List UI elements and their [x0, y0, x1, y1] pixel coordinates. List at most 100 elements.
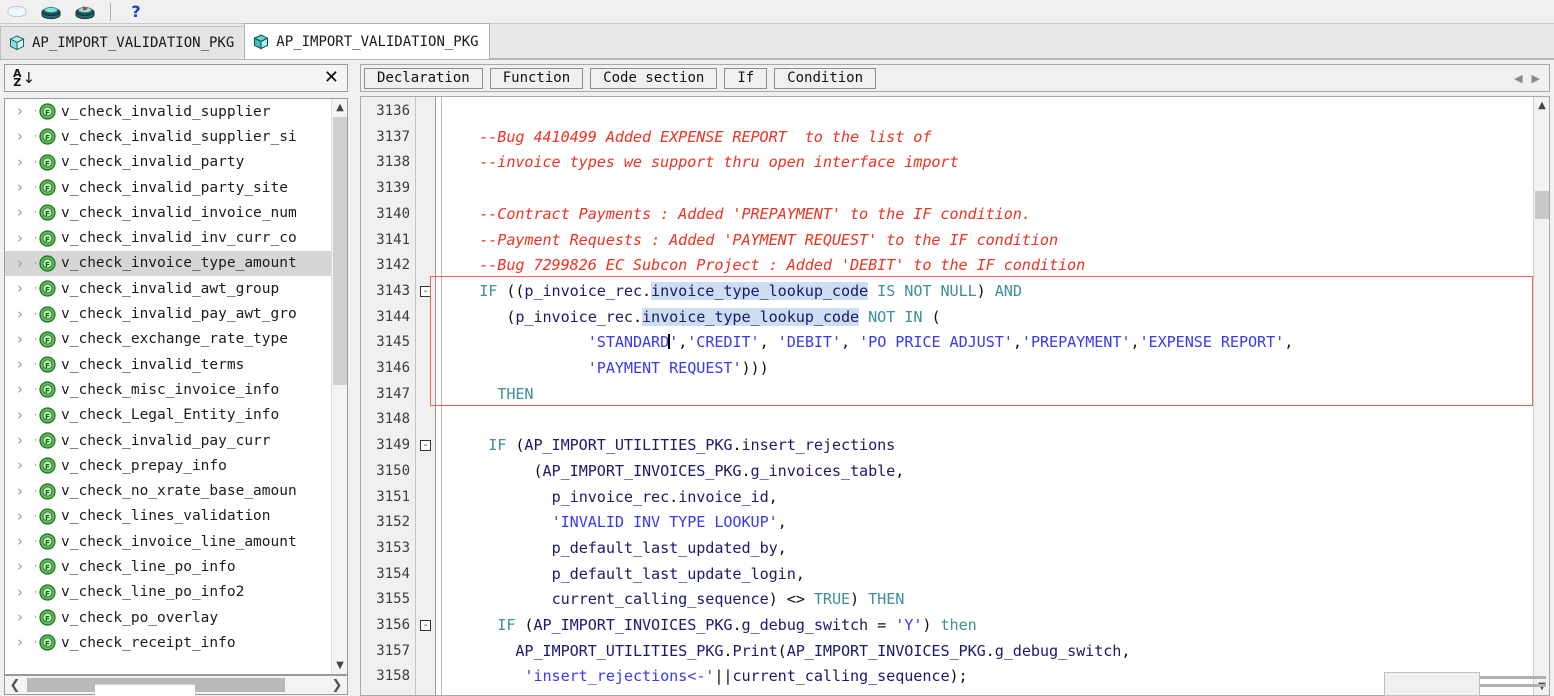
- chevron-right-icon[interactable]: ›: [17, 458, 32, 473]
- fold-toggle-icon[interactable]: -: [420, 620, 431, 631]
- list-item[interactable]: › · Fv_check_invalid_awt_group: [5, 276, 331, 301]
- nav-button-if[interactable]: If: [724, 67, 768, 89]
- list-item[interactable]: › · Fv_check_invalid_party: [5, 150, 331, 175]
- sort-az-icon[interactable]: A Z ↓: [13, 68, 35, 88]
- chevron-right-icon[interactable]: ›: [17, 584, 32, 600]
- nav-scroll-right-icon[interactable]: ▶: [1532, 72, 1540, 85]
- tree-vertical-scrollbar[interactable]: ▲ ▼: [331, 99, 347, 674]
- code-line[interactable]: p_invoice_rec.invoice_id,: [443, 485, 778, 511]
- nav-button-code-section[interactable]: Code section: [590, 67, 718, 89]
- chevron-right-icon[interactable]: ›: [17, 382, 32, 397]
- code-line[interactable]: 'STANDARD','CREDIT', 'DEBIT', 'PO PRICE …: [443, 330, 1294, 356]
- svg-text:F: F: [45, 210, 50, 218]
- chevron-right-icon[interactable]: ›: [17, 306, 32, 322]
- tree-scroll-thumb[interactable]: [333, 117, 347, 385]
- help-icon[interactable]: ?: [123, 2, 149, 22]
- list-item[interactable]: › · Fv_check_receipt_info: [5, 630, 331, 655]
- code-line[interactable]: current_calling_sequence) <> TRUE) THEN: [443, 587, 905, 613]
- code-editor[interactable]: 3136 3137 3138 3139 3140 3141 3142 3143 3144 3145…: [360, 96, 1550, 696]
- list-item[interactable]: › · Fv_check_invalid_supplier: [5, 99, 331, 124]
- code-line[interactable]: THEN: [443, 382, 533, 408]
- list-item[interactable]: › · Fv_check_invoice_line_amount: [5, 529, 331, 554]
- editor-scroll-up-icon[interactable]: ▲: [1534, 97, 1549, 114]
- code-line[interactable]: --Contract Payments : Added 'PREPAYMENT'…: [443, 202, 1031, 228]
- save-icon[interactable]: [4, 2, 30, 22]
- code-line[interactable]: --Payment Requests : Added 'PAYMENT REQU…: [443, 228, 1058, 254]
- fold-toggle-icon[interactable]: -: [420, 285, 431, 297]
- code-line[interactable]: AP_IMPORT_UTILITIES_PKG.Print(AP_IMPORT_…: [443, 639, 1130, 665]
- save-with-changes-icon[interactable]: [72, 2, 98, 22]
- tree-connector-dots: ·: [32, 536, 39, 548]
- list-item[interactable]: › · Fv_check_line_po_info: [5, 554, 331, 579]
- list-item[interactable]: › · Fv_check_invalid_terms: [5, 352, 331, 377]
- chevron-right-icon[interactable]: ›: [17, 508, 32, 524]
- list-item[interactable]: › · Fv_check_exchange_rate_type: [5, 327, 331, 352]
- code-line[interactable]: 'PAYMENT REQUEST'))): [443, 356, 769, 382]
- code-line[interactable]: 'INVALID INV TYPE LOOKUP',: [443, 510, 787, 536]
- chevron-right-icon[interactable]: ›: [17, 230, 32, 246]
- code-line[interactable]: --invoice types we support thru open int…: [443, 150, 958, 176]
- list-item[interactable]: › · Fv_check_misc_invoice_info: [5, 377, 331, 402]
- code-line[interactable]: (AP_IMPORT_INVOICES_PKG.g_invoices_table…: [443, 459, 904, 485]
- list-item[interactable]: › · Fv_check_po_overlay: [5, 605, 331, 630]
- line-number: 3143: [376, 282, 410, 299]
- list-item[interactable]: › · Fv_check_invalid_pay_awt_gro: [5, 301, 331, 326]
- chevron-right-icon[interactable]: ›: [17, 559, 32, 574]
- code-line[interactable]: --Bug 4410499 Added EXPENSE REPORT to th…: [443, 125, 931, 151]
- code-line[interactable]: (p_invoice_rec.invoice_type_lookup_code …: [443, 305, 941, 331]
- nav-button-function[interactable]: Function: [489, 67, 584, 89]
- chevron-right-icon[interactable]: ›: [17, 407, 32, 423]
- chevron-right-icon[interactable]: ›: [17, 534, 32, 549]
- chevron-right-icon[interactable]: ›: [17, 180, 32, 195]
- chevron-right-icon[interactable]: ›: [17, 281, 32, 296]
- save-all-icon[interactable]: [38, 2, 64, 22]
- code-line[interactable]: 'insert_rejections<-'||current_calling_s…: [443, 664, 967, 690]
- nav-button-declaration[interactable]: Declaration: [364, 67, 483, 89]
- chevron-right-icon[interactable]: ›: [17, 433, 32, 448]
- list-item[interactable]: › · Fv_check_line_po_info2: [5, 580, 331, 605]
- tree-connector-dots: ·: [32, 359, 39, 371]
- code-line[interactable]: IF (AP_IMPORT_INVOICES_PKG.g_debug_switc…: [443, 613, 976, 639]
- list-item[interactable]: › · Fv_check_invalid_inv_curr_co: [5, 225, 331, 250]
- list-item[interactable]: › · Fv_check_prepay_info: [5, 453, 331, 478]
- fold-toggle-icon[interactable]: -: [420, 440, 431, 452]
- chevron-right-icon[interactable]: ›: [17, 610, 32, 625]
- chevron-right-icon[interactable]: ›: [17, 635, 32, 650]
- tab-ap-import-validation-pkg-spec[interactable]: AP_IMPORT_VALIDATION_PKG: [0, 26, 246, 59]
- code-line[interactable]: p_default_last_updated_by,: [443, 536, 787, 562]
- tab-ap-import-validation-pkg-body[interactable]: AP_IMPORT_VALIDATION_PKG: [244, 23, 490, 59]
- list-item[interactable]: › · Fv_check_invalid_pay_curr: [5, 428, 331, 453]
- code-text-area[interactable]: --Bug 4410499 Added EXPENSE REPORT to th…: [443, 97, 1533, 695]
- close-icon[interactable]: ✕: [324, 69, 339, 87]
- code-folding-gutter[interactable]: - - -: [416, 97, 436, 695]
- chevron-right-icon[interactable]: ›: [17, 104, 32, 119]
- list-item[interactable]: › · Fv_check_invoice_type_amount: [5, 250, 331, 277]
- nav-button-condition[interactable]: Condition: [774, 67, 877, 89]
- code-line[interactable]: --Bug 7299826 EC Subcon Project : Added …: [443, 253, 1085, 279]
- nav-scroll-left-icon[interactable]: ◀: [1514, 72, 1522, 85]
- list-item[interactable]: › · Fv_check_Legal_Entity_info: [5, 403, 331, 428]
- code-line[interactable]: IF ((p_invoice_rec.invoice_type_lookup_c…: [443, 279, 1022, 305]
- chevron-right-icon[interactable]: ›: [17, 129, 32, 144]
- code-line[interactable]: IF (AP_IMPORT_UTILITIES_PKG.insert_rejec…: [443, 433, 895, 459]
- chevron-right-icon[interactable]: ›: [17, 205, 32, 220]
- structure-tree[interactable]: › · Fv_check_invalid_supplier › · Fv_check_in…: [4, 98, 348, 675]
- chevron-right-icon[interactable]: ›: [17, 154, 32, 170]
- editor-scroll-thumb[interactable]: [1535, 191, 1549, 219]
- scroll-left-icon[interactable]: ❮: [5, 676, 25, 694]
- svg-text:F: F: [45, 160, 50, 168]
- code-line[interactable]: p_default_last_update_login,: [443, 562, 805, 588]
- list-item[interactable]: › · Fv_check_invalid_supplier_si: [5, 124, 331, 149]
- list-item[interactable]: › · Fv_check_invalid_party_site: [5, 175, 331, 200]
- chevron-right-icon[interactable]: ›: [17, 331, 32, 347]
- scroll-down-icon[interactable]: ▼: [332, 657, 347, 674]
- list-item[interactable]: › · Fv_check_no_xrate_base_amoun: [5, 478, 331, 503]
- chevron-right-icon[interactable]: ›: [17, 255, 32, 271]
- scroll-right-icon[interactable]: ❯: [327, 676, 347, 694]
- list-item[interactable]: › · Fv_check_invalid_invoice_num: [5, 200, 331, 225]
- chevron-right-icon[interactable]: ›: [17, 483, 32, 499]
- chevron-right-icon[interactable]: ›: [17, 357, 32, 372]
- list-item[interactable]: › · Fv_check_lines_validation: [5, 504, 331, 529]
- editor-vertical-scrollbar[interactable]: ▲ ▼: [1533, 97, 1549, 695]
- scroll-up-icon[interactable]: ▲: [332, 99, 347, 116]
